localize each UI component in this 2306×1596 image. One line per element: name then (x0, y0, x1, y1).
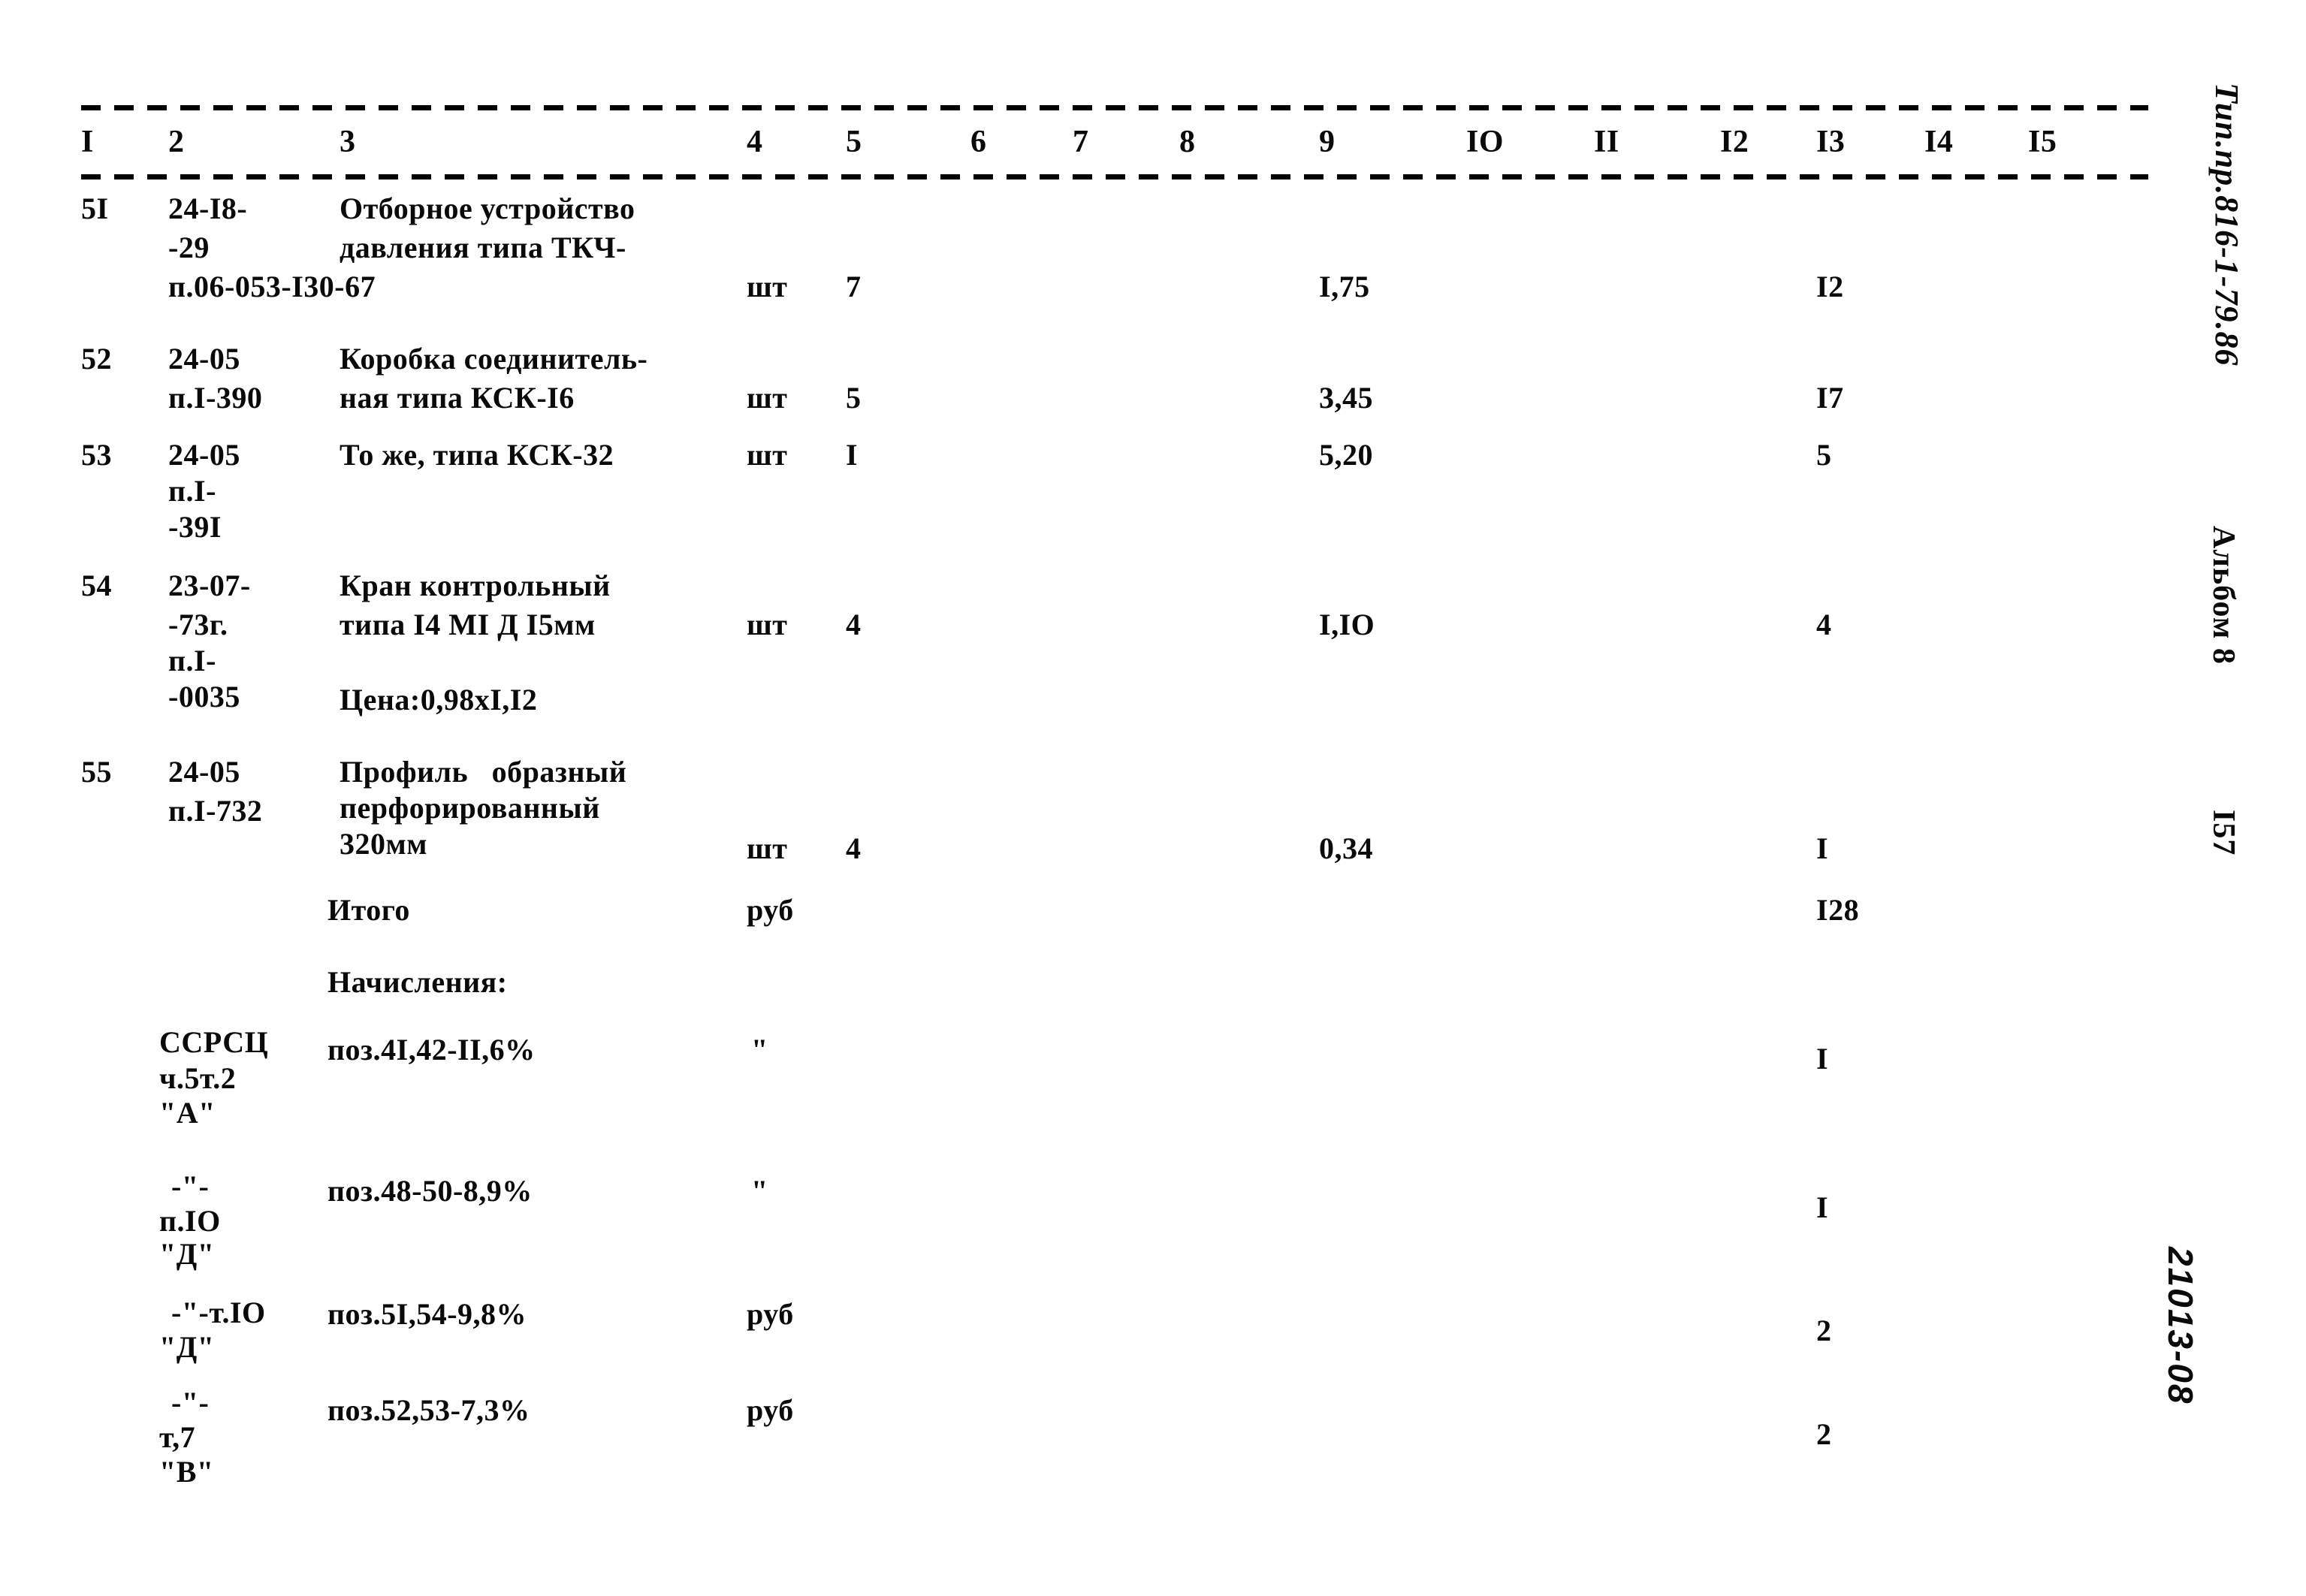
accrual-ref-line: -"-т.IO (171, 1296, 266, 1329)
row-code-line: -39I (168, 510, 222, 544)
row-code-line: 24-05 (168, 438, 240, 472)
row-code-line: п.06-053-I30-67 (168, 270, 376, 303)
row-quantity: 5 (846, 381, 862, 415)
accrual-ref-line: -"- (171, 1386, 210, 1420)
row-price-note: Цена:0,98хI,I2 (340, 683, 538, 717)
column-header-13: I3 (1816, 125, 1846, 159)
row-name-line: Отборное устройство (340, 192, 635, 225)
accrual-ref-line: "А" (159, 1096, 216, 1130)
row-unit: шт (747, 438, 788, 472)
row-code-line: 23-07- (168, 569, 251, 602)
row-name-line: То же, типа КСК-32 (340, 438, 614, 472)
column-header-4: 4 (747, 125, 763, 159)
accrual-description: поз.5I,54-9,8% (327, 1297, 527, 1331)
row-price: I,75 (1319, 270, 1370, 303)
accrual-unit: " (751, 1033, 768, 1067)
row-position: 53 (81, 438, 112, 472)
accrual-ref-line: ч.5т.2 (159, 1061, 237, 1095)
accrual-ref-line: "Д" (159, 1237, 215, 1271)
table-header-rule (81, 174, 2148, 180)
row-name-line: 320мм (340, 827, 427, 861)
document-page: I 2 3 4 5 6 7 8 9 IO II I2 I3 I4 I5 5I 2… (0, 0, 2306, 1596)
side-margin-drawing-code: 21013-08 (2161, 1247, 2200, 1405)
row-name-line: ная типа КСК-I6 (340, 381, 575, 415)
table-top-rule (81, 105, 2148, 110)
row-quantity: 4 (846, 831, 862, 865)
column-header-15: I5 (2028, 125, 2057, 159)
accrual-ref-line: ССРСЦ (159, 1025, 269, 1059)
row-name-line: Профиль образный (340, 755, 627, 789)
row-unit: шт (747, 608, 788, 641)
row-name-line: Кран контрольный (340, 569, 611, 602)
column-header-1: I (81, 125, 94, 159)
row-unit: шт (747, 381, 788, 415)
side-margin-page-number: I57 (2206, 810, 2241, 856)
row-unit: шт (747, 831, 788, 865)
row-code-line: п.I-390 (168, 381, 263, 415)
row-price: 5,20 (1319, 438, 1373, 472)
accrual-description: поз.52,53-7,3% (327, 1393, 530, 1427)
row-price: I,IO (1319, 608, 1375, 641)
accrual-ref-line: п.IO (159, 1204, 221, 1238)
accrual-total: 2 (1816, 1417, 1832, 1451)
row-code-line: п.I-732 (168, 794, 263, 828)
row-code-line: 24-I8- (168, 192, 248, 225)
accrual-description: поз.48-50-8,9% (327, 1174, 533, 1208)
accrual-ref-line: "В" (159, 1455, 214, 1489)
accrual-unit: руб (747, 1393, 794, 1427)
column-header-14: I4 (1924, 125, 1954, 159)
row-name-line: давления типа ТКЧ- (340, 231, 626, 264)
column-header-8: 8 (1179, 125, 1196, 159)
accrual-unit: руб (747, 1297, 794, 1331)
column-header-2: 2 (168, 125, 185, 159)
row-total: I (1816, 831, 1829, 865)
column-header-10: IO (1466, 125, 1505, 159)
column-header-9: 9 (1319, 125, 1336, 159)
row-code-line: п.I- (168, 474, 216, 508)
row-quantity: 7 (846, 270, 862, 303)
row-code-line: п.I- (168, 644, 216, 677)
row-total: I2 (1816, 270, 1844, 303)
row-price: 3,45 (1319, 381, 1373, 415)
column-header-12: I2 (1720, 125, 1749, 159)
row-price: 0,34 (1319, 831, 1373, 865)
accruals-label: Начисления: (327, 965, 508, 999)
row-position: 54 (81, 569, 112, 602)
column-header-3: 3 (340, 125, 356, 159)
row-total: I7 (1816, 381, 1844, 415)
row-code-line: 24-05 (168, 342, 240, 376)
side-margin-album: Альбом 8 (2206, 526, 2241, 665)
itogo-total: I28 (1816, 893, 1860, 927)
row-total: 4 (1816, 608, 1832, 641)
accrual-description: поз.4I,42-II,6% (327, 1033, 536, 1067)
row-quantity: 4 (846, 608, 862, 641)
accrual-total: I (1816, 1190, 1829, 1224)
row-name-line: перфорированный (340, 791, 600, 825)
accrual-ref-line: "Д" (159, 1330, 215, 1364)
accrual-ref-line: т,7 (159, 1420, 196, 1454)
row-code-line: -0035 (168, 680, 240, 714)
column-header-6: 6 (970, 125, 987, 159)
itogo-label: Итого (327, 893, 410, 927)
row-unit: шт (747, 270, 788, 303)
row-position: 52 (81, 342, 112, 376)
row-code-line: -29 (168, 231, 210, 264)
row-total: 5 (1816, 438, 1832, 472)
column-header-11: II (1594, 125, 1619, 159)
accrual-ref-line: -"- (171, 1169, 210, 1203)
row-quantity: I (846, 438, 859, 472)
row-name-line: Коробка соединитель- (340, 342, 648, 376)
column-header-7: 7 (1073, 125, 1089, 159)
row-position: 55 (81, 755, 112, 789)
row-code-line: 24-05 (168, 755, 240, 789)
accrual-total: I (1816, 1042, 1829, 1076)
itogo-unit: руб (747, 893, 794, 927)
column-header-5: 5 (846, 125, 862, 159)
row-position: 5I (81, 192, 109, 225)
accrual-unit: " (751, 1174, 768, 1208)
accrual-total: 2 (1816, 1314, 1832, 1347)
row-name-line: типа I4 МI Д I5мм (340, 608, 596, 641)
row-code-line: -73г. (168, 608, 228, 641)
side-margin-project-title: Тип.пр.816-1-79.86 (2208, 83, 2245, 367)
